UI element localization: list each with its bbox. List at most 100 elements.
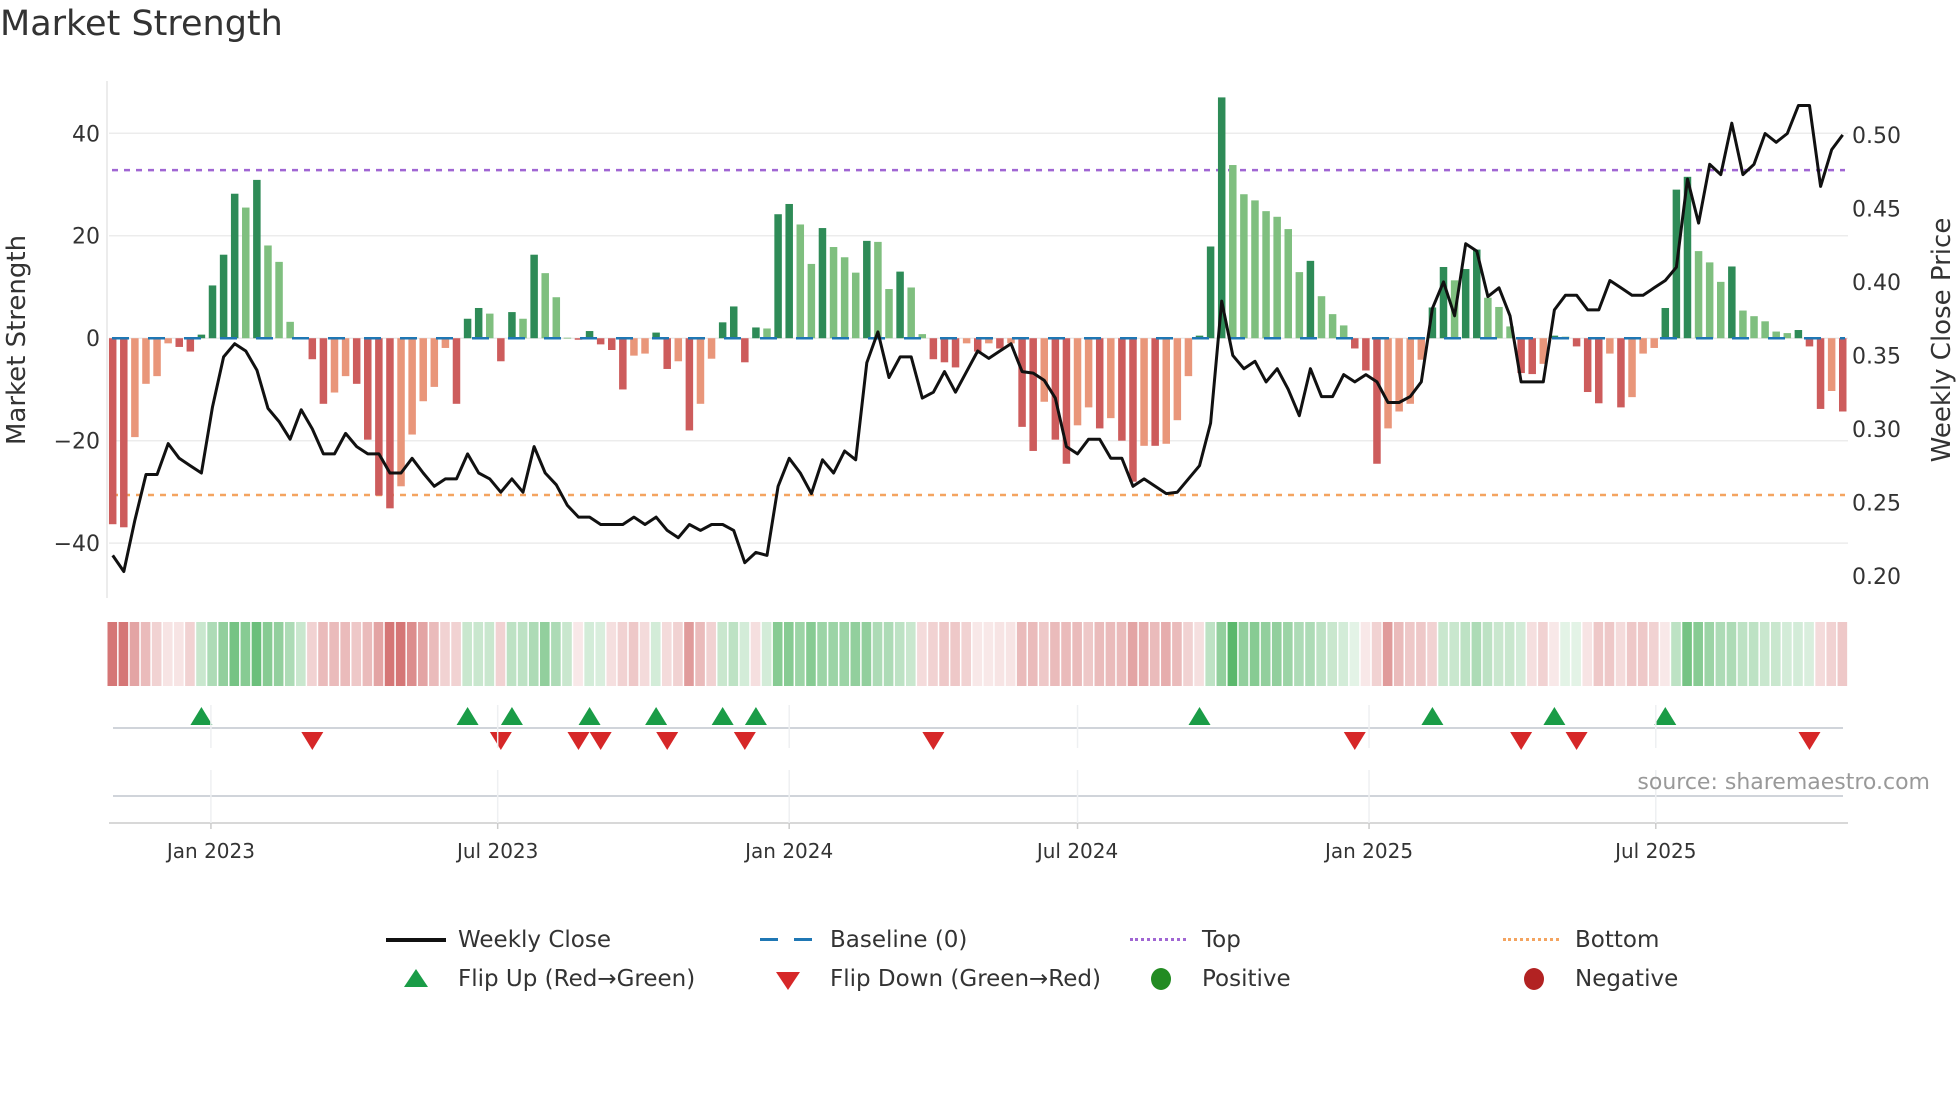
strip-cell [650, 622, 661, 686]
y-tick-label: −40 [54, 532, 100, 557]
strip-cell [1615, 622, 1626, 686]
strip-cell [1050, 622, 1060, 686]
strip-cell [850, 622, 861, 686]
strength-bar [1617, 338, 1625, 408]
flip-down-marker [589, 732, 612, 750]
strength-bar [253, 179, 261, 339]
strip-cell [1127, 622, 1138, 686]
strip-cell [373, 622, 384, 686]
strip-cell [1759, 622, 1770, 686]
strength-bar [1240, 194, 1248, 339]
flip-up-marker [190, 707, 213, 725]
strength-bar [1339, 325, 1348, 339]
strength-bar [1739, 310, 1747, 339]
strip-cell [795, 622, 805, 686]
strip-cell [728, 622, 739, 686]
strength-bar [386, 338, 394, 509]
strip-cell [262, 622, 273, 686]
strength-bar [1705, 262, 1714, 339]
strip-cell [894, 622, 905, 686]
y-right-tick-label: 0.30 [1852, 418, 1901, 443]
y-tick-label: 20 [72, 225, 100, 250]
strip-cell [1837, 622, 1848, 686]
strip-cell [229, 622, 240, 686]
strength-bar [1572, 338, 1581, 347]
regime-strip [107, 622, 1848, 686]
strength-bar [486, 313, 494, 339]
strength-bar [397, 338, 405, 487]
strip-cell [573, 622, 583, 686]
strip-cell [617, 622, 628, 686]
strip-cell [1283, 622, 1293, 686]
strength-bar [219, 254, 228, 339]
strength-bar [1084, 338, 1093, 408]
strength-bar [1184, 338, 1193, 377]
strip-cell [1249, 622, 1260, 686]
strength-bar [208, 285, 217, 339]
flip-down-marker [1798, 732, 1821, 750]
strip-cell [1138, 622, 1149, 686]
strength-bar [641, 338, 649, 354]
strip-cell [140, 622, 151, 686]
strip-cell [961, 622, 972, 686]
strip-cell [362, 622, 373, 686]
strip-cell [551, 622, 561, 686]
strength-bar [108, 338, 117, 525]
strip-cell [994, 622, 1005, 686]
strip-cell [1172, 622, 1182, 686]
strip-cell [406, 622, 417, 686]
y-right-axis-title: Weekly Close Price [1927, 218, 1957, 463]
strip-cell [196, 622, 206, 686]
strip-cell [739, 622, 750, 686]
strip-cell [1748, 622, 1759, 686]
strength-bar [519, 318, 527, 339]
strip-cell [517, 622, 528, 686]
strength-bar [1439, 266, 1448, 339]
strength-bar [619, 338, 627, 390]
strip-cell [1560, 622, 1570, 686]
strip-cell [1393, 622, 1404, 686]
strip-cell [806, 622, 816, 686]
strength-bar [1827, 338, 1836, 391]
strength-bar [1816, 338, 1825, 409]
flip-down-marker [301, 732, 324, 750]
strip-cell [1482, 622, 1493, 686]
strength-bar [929, 338, 938, 360]
strip-cell [1227, 622, 1238, 686]
strength-bar [1373, 338, 1381, 464]
strip-cell [1449, 622, 1459, 686]
strip-cell [340, 622, 350, 686]
strip-cell [395, 622, 406, 686]
strength-bar [131, 338, 139, 438]
source-label: source: sharemaestro.com [1637, 770, 1930, 795]
strength-bar [752, 327, 760, 339]
strip-cell [706, 622, 716, 686]
strength-bar [1284, 229, 1292, 339]
strength-bar [1528, 338, 1536, 375]
strip-cell [717, 622, 728, 686]
strength-bar [1173, 338, 1182, 421]
strip-cell [1194, 622, 1204, 686]
strip-cell [883, 622, 894, 686]
strength-bar [863, 240, 871, 339]
y-right-tick-label: 0.20 [1852, 565, 1901, 590]
flip-markers [113, 707, 1843, 797]
strip-cell [473, 622, 484, 686]
strength-bar [441, 338, 450, 348]
flip-up-marker [711, 707, 734, 725]
strength-bar [962, 338, 971, 344]
strip-cell [1649, 622, 1659, 686]
strength-bar [696, 338, 705, 404]
strip-cell [351, 622, 362, 686]
strength-bar [1317, 296, 1326, 339]
strength-bar [530, 254, 538, 339]
strip-cell [307, 622, 317, 686]
strip-cell [462, 622, 472, 686]
strip-cell [506, 622, 517, 686]
reference-lines [112, 168, 1845, 497]
strength-bar [1484, 297, 1492, 339]
strip-cell [606, 622, 617, 686]
strength-bar [419, 338, 427, 402]
strip-cell [1826, 622, 1837, 686]
flip-down-marker [733, 732, 756, 750]
